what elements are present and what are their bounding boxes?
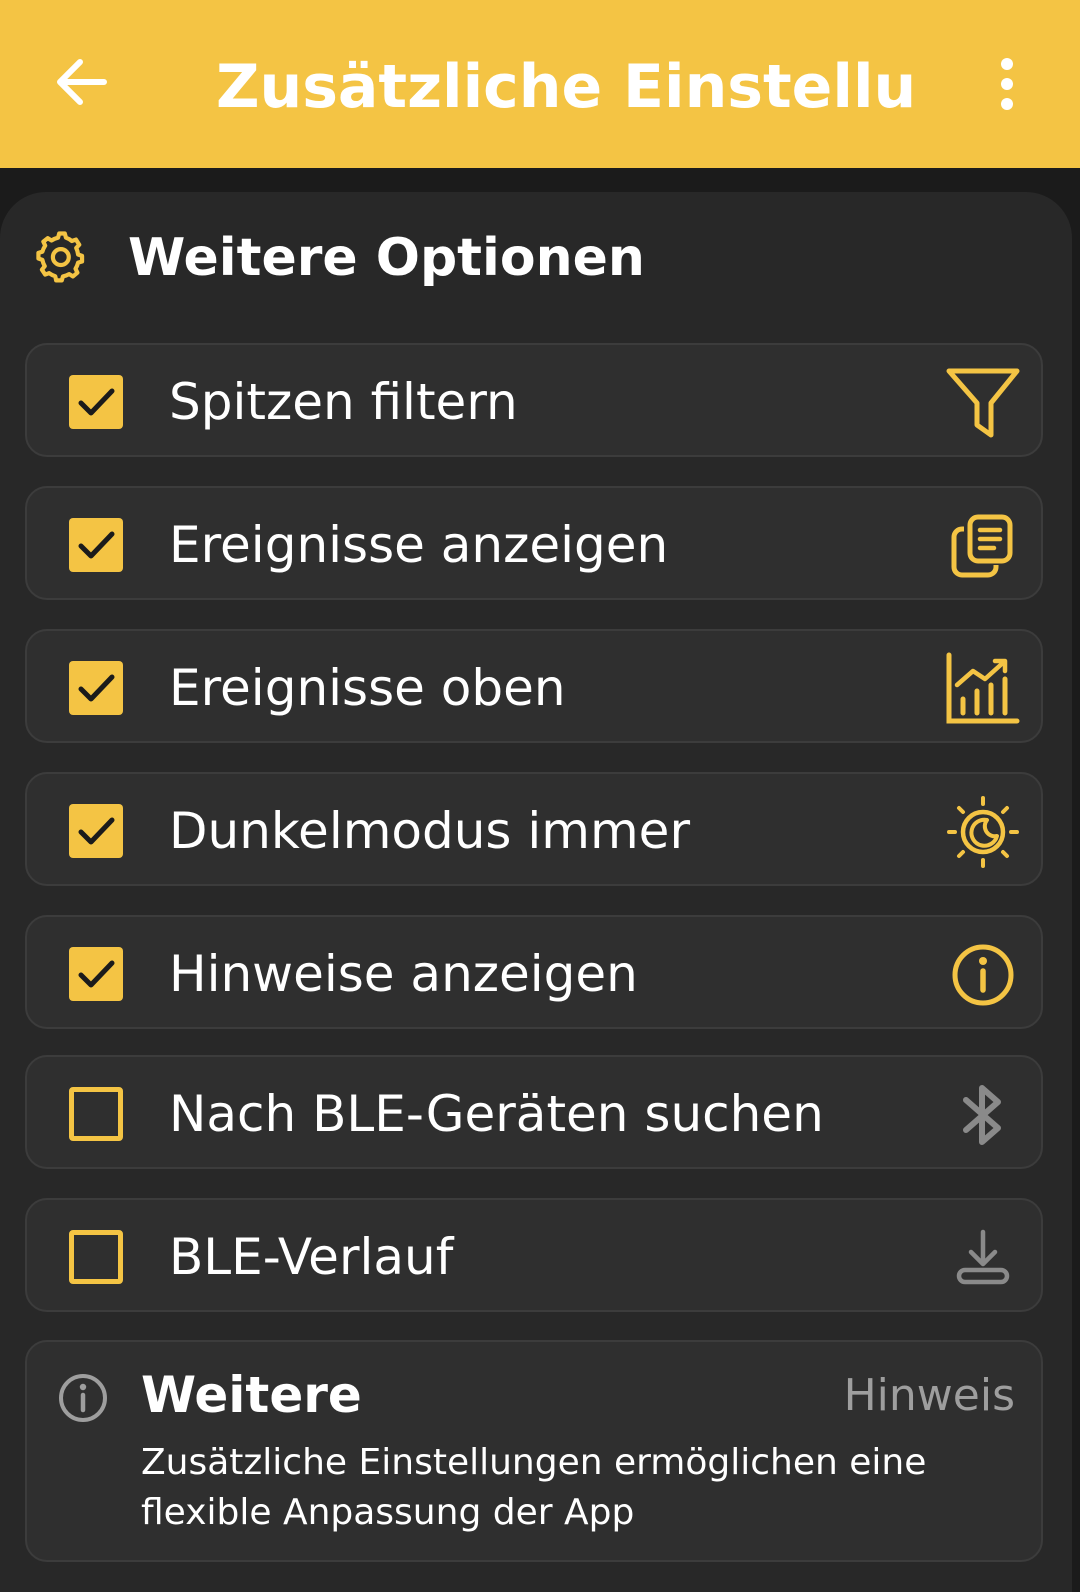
more-vertical-icon (1001, 58, 1013, 110)
checkbox-unchecked[interactable] (69, 1087, 123, 1141)
back-button[interactable] (50, 50, 114, 114)
chart-bars-icon (946, 652, 1020, 724)
checkbox-checked[interactable] (69, 518, 123, 572)
option-label: Spitzen filtern (169, 373, 518, 431)
section-header: Weitere Optionen (34, 228, 645, 288)
option-row-ereignisse-anzeigen[interactable]: Ereignisse anzeigen (25, 486, 1043, 600)
option-row-ble-verlauf[interactable]: BLE-Verlauf (25, 1198, 1043, 1312)
copy-list-icon (951, 514, 1013, 578)
hint-card: Weitere Hinweis Zusätzliche Einstellunge… (25, 1340, 1043, 1562)
page-title: Zusätzliche Einstellun… (216, 52, 916, 122)
option-row-dunkelmodus-immer[interactable]: Dunkelmodus immer (25, 772, 1043, 886)
more-options-button[interactable] (985, 52, 1029, 116)
checkbox-checked[interactable] (69, 804, 123, 858)
option-row-ble-suchen[interactable]: Nach BLE-Geräten suchen (25, 1055, 1043, 1169)
sun-moon-icon (947, 796, 1019, 868)
option-row-hinweise-anzeigen[interactable]: Hinweise anzeigen (25, 915, 1043, 1029)
info-icon (59, 1374, 107, 1422)
option-label: Dunkelmodus immer (169, 802, 690, 860)
option-label: Hinweise anzeigen (169, 945, 638, 1003)
bluetooth-icon (963, 1085, 1001, 1145)
checkbox-checked[interactable] (69, 661, 123, 715)
checkbox-checked[interactable] (69, 375, 123, 429)
option-row-spitzen-filtern[interactable]: Spitzen filtern (25, 343, 1043, 457)
section-title: Weitere Optionen (128, 228, 645, 288)
arrow-left-icon (57, 59, 107, 105)
download-icon (956, 1229, 1010, 1285)
hint-title: Weitere (141, 1366, 362, 1424)
filter-icon (946, 368, 1020, 438)
app-bar: Zusätzliche Einstellun… (0, 0, 1080, 168)
checkbox-checked[interactable] (69, 947, 123, 1001)
option-label: Ereignisse anzeigen (169, 516, 669, 574)
option-label: BLE-Verlauf (169, 1228, 454, 1286)
option-row-ereignisse-oben[interactable]: Ereignisse oben (25, 629, 1043, 743)
hint-text: Zusätzliche Einstellungen ermöglichen ei… (141, 1442, 927, 1533)
option-label: Nach BLE-Geräten suchen (169, 1085, 824, 1143)
info-icon (952, 944, 1014, 1006)
option-label: Ereignisse oben (169, 659, 566, 717)
checkbox-unchecked[interactable] (69, 1230, 123, 1284)
hint-tag: Hinweis (843, 1370, 1015, 1421)
gear-icon (36, 231, 85, 283)
